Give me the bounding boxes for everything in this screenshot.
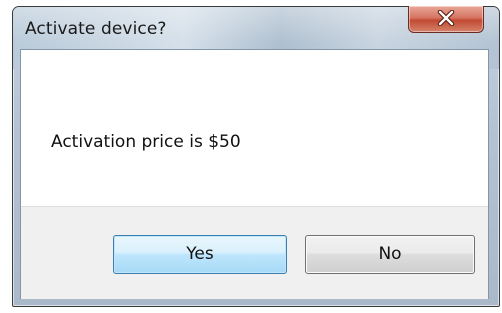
close-button[interactable]	[408, 6, 484, 33]
dialog-message: Activation price is $50	[51, 132, 241, 152]
close-icon	[437, 10, 455, 26]
yes-button[interactable]: Yes	[113, 235, 287, 274]
dialog-content: Activation price is $50 Yes No	[20, 49, 489, 299]
button-bar: Yes No	[21, 206, 488, 299]
no-button[interactable]: No	[305, 235, 475, 274]
dialog-title: Activate device?	[25, 19, 167, 39]
dialog-window: Activate device? Activation price is $50…	[12, 6, 500, 307]
